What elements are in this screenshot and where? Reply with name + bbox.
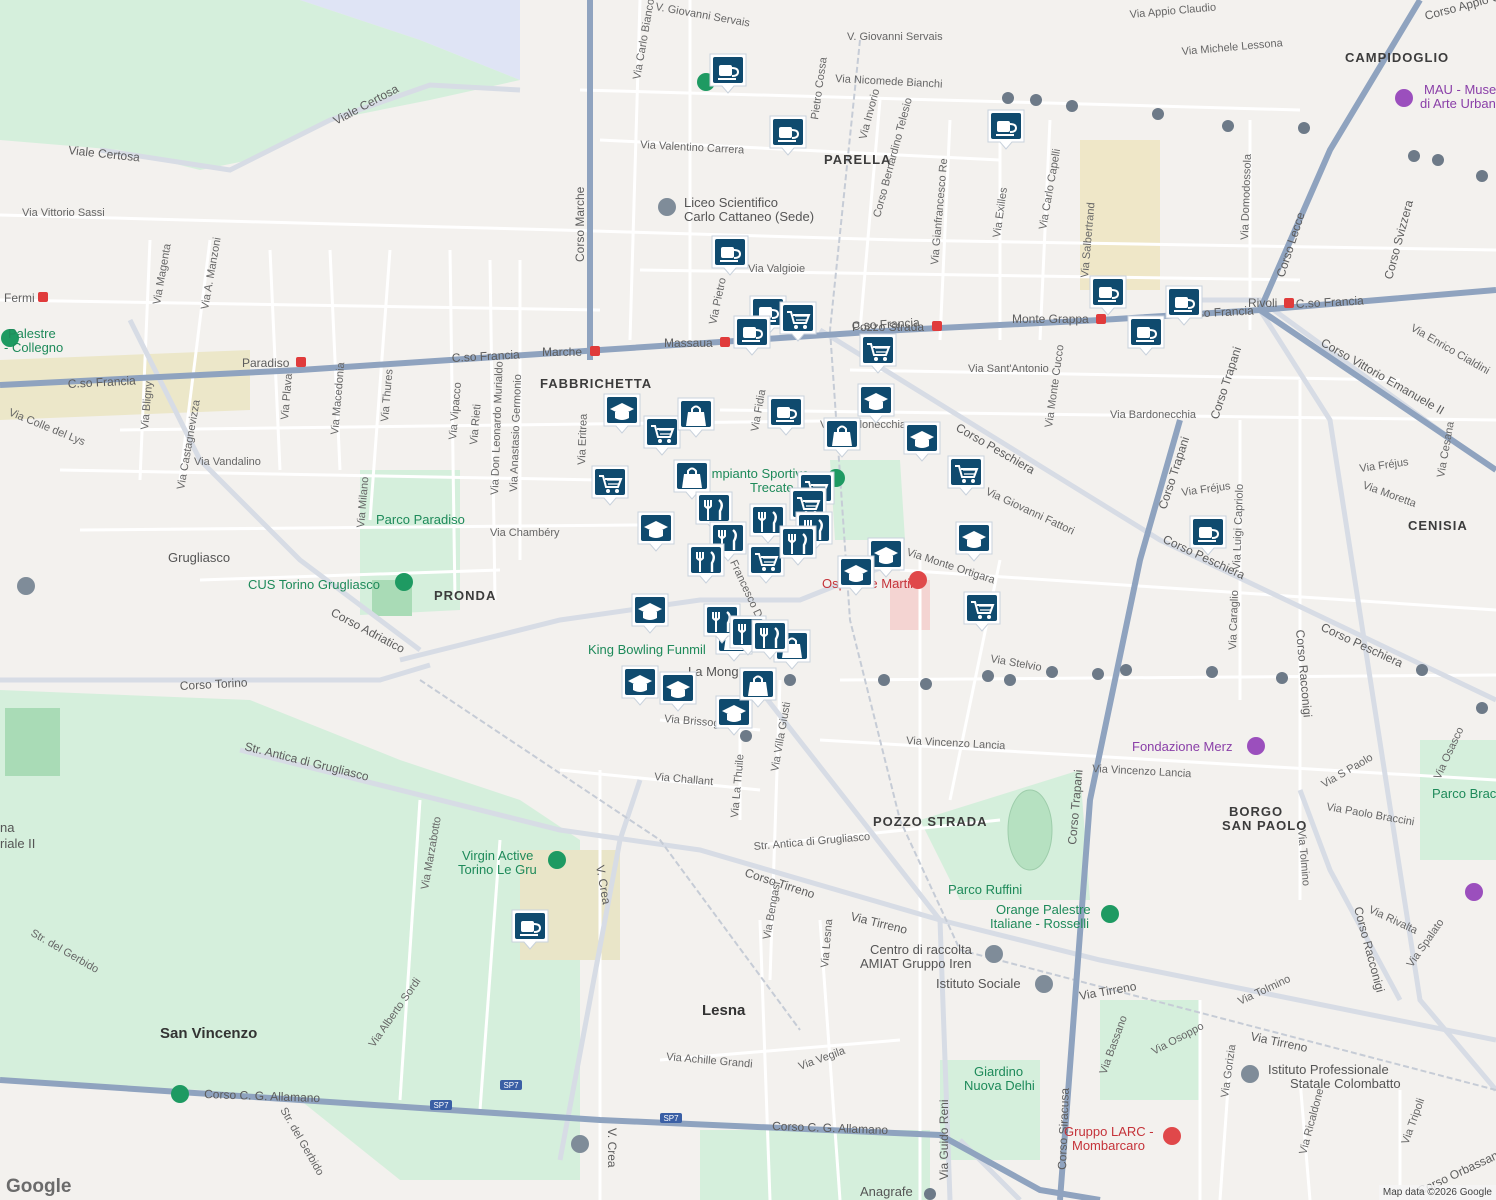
- map-canvas[interactable]: SP7 SP7 SP7 FABBRICHETTA PARELLA CAMPIDO…: [0, 0, 1496, 1200]
- place-label: Statale Colombatto: [1290, 1076, 1401, 1091]
- svg-text:V. Crea: V. Crea: [605, 1128, 619, 1168]
- svg-text:Marche: Marche: [542, 345, 582, 359]
- place-label: Centro di raccolta: [870, 942, 973, 957]
- town-label: San Vincenzo: [160, 1025, 257, 1042]
- area-label: CENISIA: [1408, 518, 1468, 533]
- place-label: Parco Ruffini: [948, 882, 1022, 897]
- place-label: riale II: [0, 836, 35, 851]
- svg-text:Monte Grappa: Monte Grappa: [1012, 312, 1089, 326]
- svg-text:Rivoli: Rivoli: [1248, 296, 1277, 310]
- stadium-track: [1007, 789, 1053, 871]
- town-label: Lesna: [702, 1002, 746, 1019]
- area-label: SAN PAOLO: [1222, 818, 1307, 833]
- svg-text:Fermi: Fermi: [4, 291, 35, 305]
- place-label: Anagrafe: [860, 1184, 913, 1199]
- svg-text:Via Eritrea: Via Eritrea: [576, 413, 590, 465]
- area-label: BORGO: [1229, 804, 1283, 819]
- svg-text:Via Vandalino: Via Vandalino: [194, 456, 261, 468]
- place-label: CUS Torino Grugliasco: [248, 577, 380, 592]
- svg-text:Via Sant'Antonio: Via Sant'Antonio: [968, 363, 1049, 375]
- place-label: Mombarcaro: [1072, 1138, 1145, 1153]
- place-label: Giardino: [974, 1064, 1023, 1079]
- svg-text:Via Bardonecchia: Via Bardonecchia: [1110, 409, 1197, 421]
- place-label: AMIAT Gruppo Iren: [860, 956, 972, 971]
- place-label: MAU - Museo: [1424, 82, 1496, 97]
- place-label: Torino Le Gru: [458, 862, 537, 877]
- area-label: PRONDA: [434, 588, 496, 603]
- place-label: Parco Paradiso: [376, 512, 465, 527]
- place-label: Istituto Professionale: [1268, 1062, 1389, 1077]
- place-label: na: [0, 820, 15, 835]
- place-label: Trecate: [750, 480, 794, 495]
- place-label: Orange Palestre: [996, 902, 1091, 917]
- field-area: [5, 708, 60, 776]
- svg-text:Pozzo Strada: Pozzo Strada: [852, 320, 924, 334]
- svg-text:Via Guido Reni: Via Guido Reni: [937, 1100, 951, 1181]
- place-label: King Bowling Funmil: [588, 642, 706, 657]
- place-label: Istituto Sociale: [936, 976, 1021, 991]
- place-label: Parco Brac: [1432, 786, 1496, 801]
- place-label: Virgin Active: [462, 848, 533, 863]
- place-label: Fondazione Merz: [1132, 739, 1232, 754]
- place-label: Carlo Cattaneo (Sede): [684, 209, 814, 224]
- area-label: FABBRICHETTA: [540, 376, 652, 391]
- svg-text:Corso Marche: Corso Marche: [573, 186, 587, 262]
- svg-text:SP7: SP7: [433, 1101, 449, 1110]
- svg-text:V. Giovanni Servais: V. Giovanni Servais: [847, 31, 943, 43]
- svg-text:Via Valgioie: Via Valgioie: [748, 263, 805, 275]
- place-label: Italiane - Rosselli: [990, 916, 1089, 931]
- place-label: - Collegno: [4, 340, 63, 355]
- svg-text:Via Vittorio Sassi: Via Vittorio Sassi: [22, 207, 105, 219]
- svg-text:SP7: SP7: [503, 1081, 519, 1090]
- place-label: Nuova Delhi: [964, 1078, 1035, 1093]
- place-label: Gruppo LARC -: [1064, 1124, 1154, 1139]
- area-label: POZZO STRADA: [873, 814, 988, 829]
- svg-text:Paradiso: Paradiso: [242, 356, 290, 370]
- svg-text:Via Chambéry: Via Chambéry: [490, 527, 560, 539]
- place-label: Impianto Sportivo: [708, 466, 809, 481]
- area-label: PARELLA: [824, 152, 891, 167]
- google-logo: Google: [6, 1176, 72, 1197]
- place-label: Palestre: [8, 326, 56, 341]
- place-label: Liceo Scientifico: [684, 195, 778, 210]
- svg-text:Massaua: Massaua: [664, 336, 713, 350]
- place-label: di Arte Urbana: [1420, 96, 1496, 111]
- town-label: Grugliasco: [168, 550, 230, 565]
- area-label: CAMPIDOGLIO: [1345, 50, 1449, 65]
- svg-text:SP7: SP7: [663, 1114, 679, 1123]
- svg-text:Via Caraglio: Via Caraglio: [1227, 590, 1241, 650]
- map-attribution: Map data ©2026 Google: [1378, 1185, 1496, 1200]
